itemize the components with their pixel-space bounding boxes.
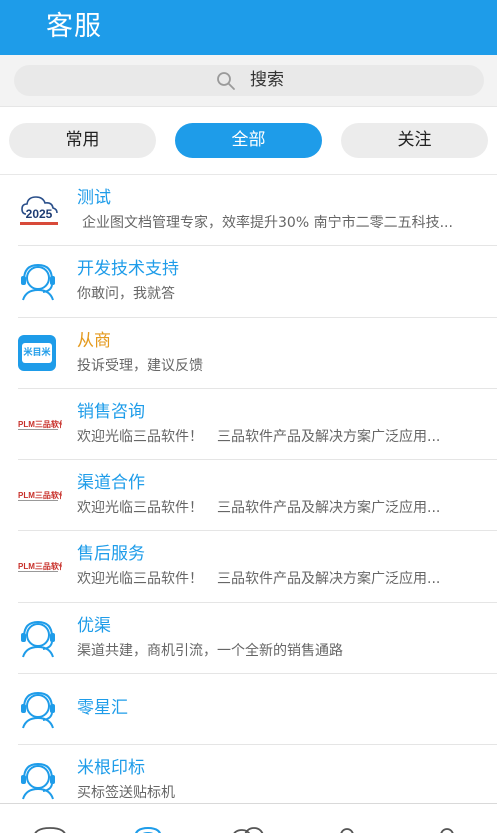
nav-profile-icon[interactable]	[438, 826, 456, 833]
service-desc: 欢迎光临三品软件！ 三品软件产品及解决方案广泛应用...	[77, 428, 441, 445]
service-desc: 企业图文档管理专家，效率提升30% 南宁市二零二五科技...	[82, 215, 453, 231]
plm-logo-text: PLM三品软件	[18, 419, 62, 429]
list-item[interactable]: PLM三品软件 销售咨询 欢迎光临三品软件！ 三品软件产品及解决方案广泛应用..…	[0, 388, 497, 461]
nav-contacts-icon[interactable]	[230, 826, 266, 833]
service-desc: 投诉受理，建议反馈	[77, 357, 203, 374]
service-desc: 买标签送贴标机	[77, 785, 175, 802]
service-list: 2025 测试 企业图文档管理专家，效率提升30% 南宁市二零二五科技... 开…	[0, 175, 497, 817]
search-input[interactable]: 搜索	[14, 65, 484, 96]
list-item[interactable]: PLM三品软件 渠道合作 欢迎光临三品软件！ 三品软件产品及解决方案广泛应用..…	[0, 460, 497, 532]
headset-icon	[21, 620, 55, 658]
service-desc: 渠道共建，商机引流，一个全新的销售通路	[77, 642, 343, 659]
logo-2025-text: 2025	[26, 207, 53, 221]
list-item[interactable]: PLM三品软件 售后服务 欢迎光临三品软件！ 三品软件产品及解决方案广泛应用..…	[0, 531, 497, 603]
nav-service-icon[interactable]	[133, 826, 163, 833]
service-desc: 欢迎光临三品软件！ 三品软件产品及解决方案广泛应用...	[77, 571, 441, 588]
page-title: 客服	[46, 11, 102, 42]
search-placeholder: 搜索	[250, 70, 284, 90]
list-item[interactable]: 米目米 从商 投诉受理，建议反馈	[0, 317, 497, 389]
search-icon	[217, 72, 235, 90]
search-bar: 搜索	[0, 55, 497, 107]
service-desc: 欢迎光临三品软件！ 三品软件产品及解决方案广泛应用...	[77, 500, 441, 517]
list-item[interactable]: 开发技术支持 你敢问，我就答	[0, 246, 497, 318]
list-item[interactable]: 优渠 渠道共建，商机引流，一个全新的销售通路	[0, 602, 497, 675]
service-name: 优渠	[77, 615, 111, 636]
mimi-logo-text: 米目米	[22, 342, 52, 363]
tab-common[interactable]: 常用	[9, 123, 156, 158]
headset-icon	[21, 692, 55, 729]
app-header: 客服	[0, 0, 497, 55]
plm-sanpin-logo: PLM三品软件	[18, 490, 62, 502]
service-name: 测试	[77, 188, 111, 208]
service-name: 米根印标	[77, 758, 145, 779]
service-name: 销售咨询	[77, 401, 145, 422]
list-item[interactable]: 2025 测试 企业图文档管理专家，效率提升30% 南宁市二零二五科技...	[0, 175, 497, 247]
list-item[interactable]: 零星汇	[0, 674, 497, 746]
headset-icon	[21, 264, 55, 301]
plm-sanpin-logo: PLM三品软件	[18, 419, 62, 430]
service-name: 零星汇	[77, 698, 128, 719]
plm-sanpin-logo: PLM三品软件	[18, 561, 62, 573]
service-desc: 你敢问，我就答	[77, 286, 175, 303]
bottom-navigation	[0, 803, 497, 833]
service-name: 开发技术支持	[77, 259, 179, 280]
tab-following[interactable]: 关注	[341, 123, 488, 158]
filter-tabs: 常用 全部 关注	[0, 107, 497, 175]
service-name: 渠道合作	[77, 473, 145, 494]
plm-logo-text: PLM三品软件	[18, 490, 62, 500]
service-name: 售后服务	[77, 544, 145, 565]
plm-logo-text: PLM三品软件	[18, 561, 62, 571]
company-2025-logo: 2025	[20, 196, 58, 225]
nav-discover-icon[interactable]	[338, 826, 356, 833]
service-name: 从商	[77, 330, 111, 351]
nav-message-icon[interactable]	[32, 826, 68, 833]
mimi-logo: 米目米	[18, 334, 56, 371]
headset-icon	[21, 763, 55, 800]
tab-all[interactable]: 全部	[175, 123, 322, 158]
